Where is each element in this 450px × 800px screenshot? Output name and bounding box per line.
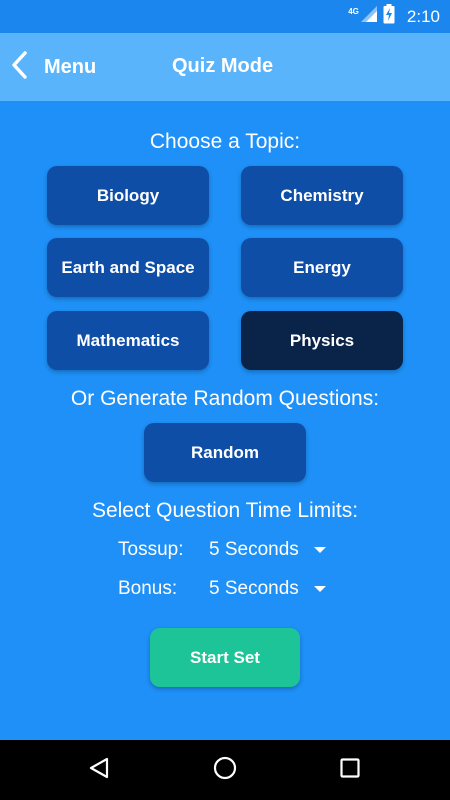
quiz-mode-screen: 4G 2:10 Menu Quiz Mode Choose a Topic: B… xyxy=(0,0,450,800)
battery-charging-icon xyxy=(383,4,395,29)
signal-icon xyxy=(360,6,377,27)
topic-chemistry-button[interactable]: Chemistry xyxy=(241,166,403,225)
navigation-bar xyxy=(0,740,450,800)
triangle-down-icon xyxy=(314,547,326,553)
topic-physics-button[interactable]: Physics xyxy=(241,311,403,370)
bonus-label: Bonus: xyxy=(118,578,178,599)
bonus-time-dropdown[interactable]: 5 Seconds xyxy=(200,574,332,604)
screen-title: Quiz Mode xyxy=(172,55,274,77)
tossup-row: Tossup: 5 Seconds xyxy=(0,535,450,565)
status-icons: 4G 2:10 xyxy=(348,0,440,33)
nav-recents-button[interactable] xyxy=(330,750,370,790)
time-limits-heading: Select Question Time Limits: xyxy=(91,499,359,522)
clock: 2:10 xyxy=(406,6,440,26)
random-button[interactable]: Random xyxy=(144,423,306,482)
topic-heading: Choose a Topic: xyxy=(149,130,301,153)
chevron-left-icon xyxy=(6,50,28,85)
square-recents-icon xyxy=(340,757,360,783)
topic-energy-button[interactable]: Energy xyxy=(241,238,403,297)
topic-mathematics-button[interactable]: Mathematics xyxy=(47,311,209,370)
topic-biology-button[interactable]: Biology xyxy=(47,166,209,225)
topic-earth-and-space-button[interactable]: Earth and Space xyxy=(47,238,209,297)
nav-back-button[interactable] xyxy=(79,750,119,790)
circle-home-icon xyxy=(213,756,237,785)
app-bar: Menu Quiz Mode xyxy=(0,33,450,101)
tossup-time-dropdown[interactable]: 5 Seconds xyxy=(200,535,332,565)
nav-home-button[interactable] xyxy=(205,750,245,790)
random-heading: Or Generate Random Questions: xyxy=(70,387,380,410)
triangle-down-icon xyxy=(314,586,326,592)
back-button[interactable]: Menu xyxy=(6,47,106,87)
status-bar: 4G 2:10 xyxy=(0,0,450,33)
bonus-row: Bonus: 5 Seconds xyxy=(0,574,450,604)
tossup-label: Tossup: xyxy=(118,539,184,560)
network-type-label: 4G xyxy=(348,7,359,16)
back-button-label: Menu xyxy=(44,55,97,78)
start-set-button[interactable]: Start Set xyxy=(150,628,300,687)
bonus-time-value: 5 Seconds xyxy=(209,578,299,599)
tossup-time-value: 5 Seconds xyxy=(209,539,299,560)
triangle-back-icon xyxy=(88,757,110,784)
